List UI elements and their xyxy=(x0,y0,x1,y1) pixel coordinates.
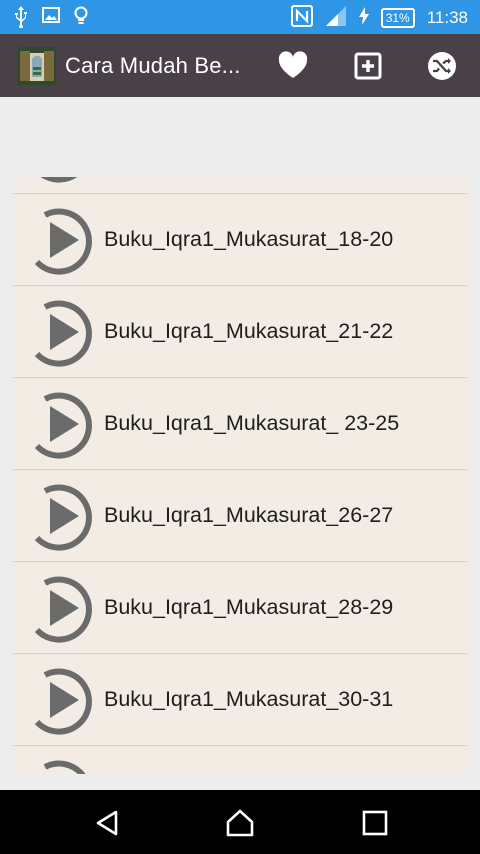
battery-level: 31% xyxy=(380,8,415,28)
recents-button[interactable] xyxy=(360,808,390,838)
play-circle-icon xyxy=(34,668,92,735)
signal-icon xyxy=(325,5,347,31)
add-box-icon xyxy=(354,52,382,80)
list-item[interactable] xyxy=(13,177,467,194)
shuffle-icon xyxy=(428,52,456,80)
lightbulb-icon xyxy=(74,6,88,32)
back-button[interactable] xyxy=(92,808,122,838)
list-item[interactable]: Buku_Iqra1_Mukasurat_21-22 xyxy=(13,286,467,378)
navigation-bar xyxy=(0,790,480,854)
favorite-button[interactable] xyxy=(277,50,309,82)
list-item[interactable]: Buku_Iqra1_Mukasurat_30-31 xyxy=(13,654,467,746)
list-item[interactable]: Buku_Iqra1_Mukasurat_ 23-25 xyxy=(13,378,467,470)
add-button[interactable] xyxy=(352,50,384,82)
app-title: Cara Mudah Be... xyxy=(65,53,241,78)
play-circle-icon xyxy=(34,300,92,367)
list-item-label: Buku_Iqra1_Mukasurat_ 23-25 xyxy=(104,411,400,435)
play-circle-icon xyxy=(34,576,92,643)
app-logo xyxy=(18,47,56,85)
list-item-label: Buku_Iqra1_Mukasurat_28-29 xyxy=(104,595,394,619)
list-item-label: Buku_Iqra1_Mukasurat_18-20 xyxy=(104,227,394,251)
nfc-icon xyxy=(290,5,313,31)
image-icon xyxy=(42,6,60,32)
play-circle-icon xyxy=(34,484,92,551)
home-button[interactable] xyxy=(224,808,254,838)
charging-icon xyxy=(358,7,369,29)
play-circle-icon xyxy=(43,760,86,774)
content-area: Buku_Iqra1_Mukasurat_18-20 Buku_Iqra1_Muk… xyxy=(0,97,480,790)
home-icon xyxy=(226,809,254,837)
audio-list[interactable]: Buku_Iqra1_Mukasurat_18-20 Buku_Iqra1_Muk… xyxy=(13,177,467,774)
list-item[interactable]: Buku_Iqra1_Mukasurat_26-27 xyxy=(13,470,467,562)
play-circle-icon xyxy=(40,177,78,183)
list-item[interactable]: Buku_Iqra1_Mukasurat_18-20 xyxy=(13,194,467,286)
clock: 11:38 xyxy=(426,8,468,27)
play-circle-icon xyxy=(34,208,92,275)
usb-icon xyxy=(14,6,28,32)
list-item[interactable]: Buku_Iqra1_Mukasurat_28-29 xyxy=(13,562,467,654)
list-item[interactable] xyxy=(13,746,467,774)
list-item-label: Buku_Iqra1_Mukasurat_30-31 xyxy=(104,687,394,711)
heart-icon xyxy=(278,51,308,78)
play-circle-icon xyxy=(34,392,92,459)
status-bar: 31% 11:38 xyxy=(0,0,480,34)
list-item-label: Buku_Iqra1_Mukasurat_26-27 xyxy=(104,503,394,527)
recents-icon xyxy=(362,810,388,836)
back-icon xyxy=(96,810,118,836)
shuffle-button[interactable] xyxy=(426,50,458,82)
app-bar: Cara Mudah Be... xyxy=(0,34,480,97)
list-item-label: Buku_Iqra1_Mukasurat_21-22 xyxy=(104,319,394,343)
